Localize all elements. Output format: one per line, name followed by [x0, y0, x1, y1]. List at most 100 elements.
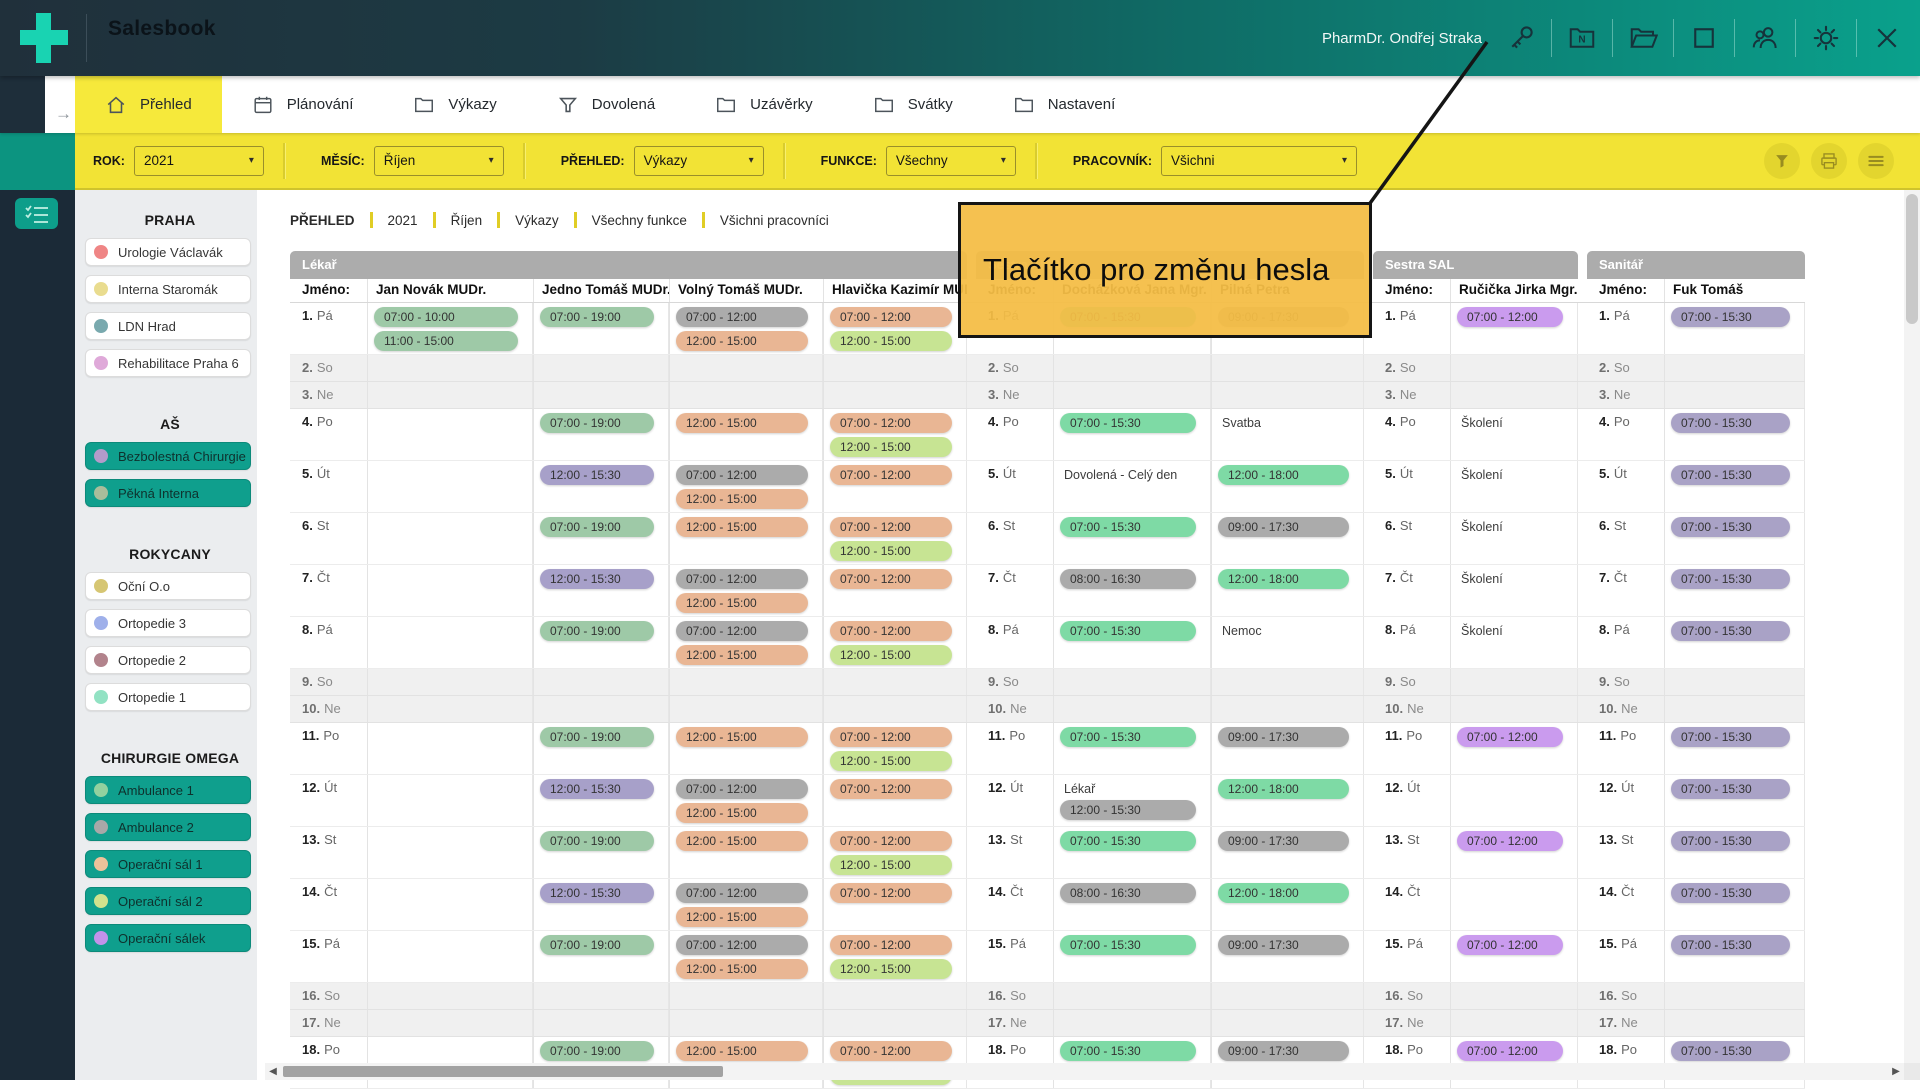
shift-chip[interactable]: 12:00 - 15:00	[676, 517, 808, 537]
filter-select-přehled[interactable]: Výkazy▾	[634, 146, 764, 176]
shift-chip[interactable]: 07:00 - 15:30	[1671, 883, 1790, 903]
shift-chip[interactable]: 07:00 - 12:00	[676, 621, 808, 641]
sidebar-scrollbar[interactable]	[257, 190, 265, 1080]
sidebar-item-ortopedie-3[interactable]: Ortopedie 3	[85, 609, 251, 637]
shift-chip[interactable]: 07:00 - 12:00	[830, 831, 952, 851]
shift-chip[interactable]: 07:00 - 15:30	[1671, 779, 1790, 799]
shift-chip[interactable]: 08:00 - 16:30	[1060, 569, 1196, 589]
printer-button[interactable]	[1811, 143, 1847, 179]
sidebar-item-interna-starom-k[interactable]: Interna Staromák	[85, 275, 251, 303]
horizontal-scrollbar-thumb[interactable]	[283, 1066, 723, 1077]
shift-chip[interactable]: 12:00 - 18:00	[1218, 779, 1349, 799]
sidebar-item-opera-n-s-l-1[interactable]: Operační sál 1	[85, 850, 251, 878]
shift-chip[interactable]: 07:00 - 12:00	[1457, 1041, 1563, 1061]
shift-chip[interactable]: 12:00 - 15:00	[676, 413, 808, 433]
shift-chip[interactable]: 07:00 - 19:00	[540, 1041, 654, 1061]
filter-select-rok[interactable]: 2021▾	[134, 146, 264, 176]
shift-chip[interactable]: 07:00 - 12:00	[830, 465, 952, 485]
shift-chip[interactable]: 12:00 - 15:00	[830, 959, 952, 979]
shift-chip[interactable]: 07:00 - 12:00	[830, 779, 952, 799]
menu-button[interactable]	[1858, 143, 1894, 179]
shift-chip[interactable]: 12:00 - 18:00	[1218, 883, 1349, 903]
filter-select-měsíc[interactable]: Říjen▾	[374, 146, 504, 176]
shift-chip[interactable]: 12:00 - 15:00	[676, 645, 808, 665]
shift-chip[interactable]: 07:00 - 12:00	[1457, 727, 1563, 747]
shift-chip[interactable]: 07:00 - 12:00	[830, 883, 952, 903]
shift-chip[interactable]: 07:00 - 19:00	[540, 621, 654, 641]
filter-select-pracovník[interactable]: Všichni▾	[1161, 146, 1357, 176]
shift-chip[interactable]: 07:00 - 15:30	[1671, 831, 1790, 851]
shift-chip[interactable]: 07:00 - 12:00	[676, 779, 808, 799]
shift-chip[interactable]: 07:00 - 15:30	[1060, 517, 1196, 537]
shift-chip[interactable]: 07:00 - 15:30	[1060, 621, 1196, 641]
shift-chip[interactable]: 07:00 - 19:00	[540, 727, 654, 747]
shift-chip[interactable]: 07:00 - 12:00	[830, 307, 952, 327]
shift-chip[interactable]: 07:00 - 15:30	[1671, 935, 1790, 955]
shift-chip[interactable]: 09:00 - 17:30	[1218, 727, 1349, 747]
shift-chip[interactable]: 12:00 - 15:00	[830, 541, 952, 561]
tab-uzávěrky[interactable]: Uzávěrky	[685, 76, 843, 133]
shift-chip[interactable]: 12:00 - 15:00	[830, 331, 952, 351]
sidebar-item-ortopedie-2[interactable]: Ortopedie 2	[85, 646, 251, 674]
shift-chip[interactable]: 07:00 - 15:30	[1060, 935, 1196, 955]
shift-chip[interactable]: 07:00 - 15:30	[1060, 413, 1196, 433]
shift-chip[interactable]: 07:00 - 12:00	[676, 307, 808, 327]
shift-chip[interactable]: 07:00 - 15:30	[1671, 307, 1790, 327]
shift-chip[interactable]: 07:00 - 15:30	[1060, 727, 1196, 747]
shift-chip[interactable]: 07:00 - 12:00	[830, 517, 952, 537]
sidebar-item-ldn-hrad[interactable]: LDN Hrad	[85, 312, 251, 340]
shift-chip[interactable]: 12:00 - 15:00	[676, 803, 808, 823]
shift-chip[interactable]: 12:00 - 15:00	[676, 907, 808, 927]
shift-chip[interactable]: 12:00 - 15:00	[676, 959, 808, 979]
shift-chip[interactable]: 12:00 - 15:30	[1060, 800, 1196, 820]
filter-button[interactable]	[1764, 143, 1800, 179]
shift-chip[interactable]: 07:00 - 15:30	[1671, 727, 1790, 747]
sidebar-item-ortopedie-1[interactable]: Ortopedie 1	[85, 683, 251, 711]
shift-chip[interactable]: 07:00 - 15:30	[1060, 1041, 1196, 1061]
checklist-toggle-button[interactable]	[15, 198, 58, 229]
shift-chip[interactable]: 07:00 - 12:00	[830, 621, 952, 641]
shift-chip[interactable]: 07:00 - 15:30	[1671, 1041, 1790, 1061]
shift-chip[interactable]: 07:00 - 15:30	[1671, 621, 1790, 641]
tab-svátky[interactable]: Svátky	[843, 76, 983, 133]
shift-chip[interactable]: 07:00 - 15:30	[1671, 569, 1790, 589]
close-icon[interactable]	[1870, 21, 1904, 55]
shift-chip[interactable]: 07:00 - 19:00	[540, 413, 654, 433]
shift-chip[interactable]: 12:00 - 15:00	[676, 593, 808, 613]
sidebar-item-opera-n-s-lek[interactable]: Operační sálek	[85, 924, 251, 952]
tab-nastavení[interactable]: Nastavení	[983, 76, 1146, 133]
scroll-right-arrow-icon[interactable]: ▶	[1888, 1066, 1904, 1077]
sidebar-item-ambulance-1[interactable]: Ambulance 1	[85, 776, 251, 804]
shift-chip[interactable]: 12:00 - 15:30	[540, 465, 654, 485]
vertical-scrollbar-thumb[interactable]	[1906, 194, 1918, 324]
key-icon[interactable]	[1504, 21, 1538, 55]
sidebar-item-ambulance-2[interactable]: Ambulance 2	[85, 813, 251, 841]
shift-chip[interactable]: 12:00 - 15:30	[540, 569, 654, 589]
shift-chip[interactable]: 12:00 - 15:00	[676, 727, 808, 747]
shift-chip[interactable]: 12:00 - 15:00	[830, 645, 952, 665]
shift-chip[interactable]: 07:00 - 12:00	[830, 727, 952, 747]
sidebar-item-urologie-v-clav-k[interactable]: Urologie Václavák	[85, 238, 251, 266]
shift-chip[interactable]: 07:00 - 15:30	[1671, 517, 1790, 537]
folder-open-icon[interactable]	[1626, 21, 1660, 55]
shift-chip[interactable]: 09:00 - 17:30	[1218, 1041, 1349, 1061]
shift-chip[interactable]: 07:00 - 12:00	[830, 413, 952, 433]
tab-dovolená[interactable]: Dovolená	[527, 76, 685, 133]
tab-plánování[interactable]: Plánování	[222, 76, 384, 133]
shift-chip[interactable]: 07:00 - 19:00	[540, 831, 654, 851]
shift-chip[interactable]: 07:00 - 15:30	[1060, 831, 1196, 851]
sidebar-item-opera-n-s-l-2[interactable]: Operační sál 2	[85, 887, 251, 915]
folder-n-icon[interactable]: N	[1565, 21, 1599, 55]
shift-chip[interactable]: 12:00 - 15:30	[540, 779, 654, 799]
shift-chip[interactable]: 11:00 - 15:00	[374, 331, 518, 351]
shift-chip[interactable]: 09:00 - 17:30	[1218, 935, 1349, 955]
shift-chip[interactable]: 12:00 - 15:00	[676, 831, 808, 851]
shift-chip[interactable]: 12:00 - 15:00	[676, 489, 808, 509]
gear-icon[interactable]	[1809, 21, 1843, 55]
sidebar-item-o-n-o-o[interactable]: Oční O.o	[85, 572, 251, 600]
shift-chip[interactable]: 07:00 - 12:00	[830, 1041, 952, 1061]
shift-chip[interactable]: 07:00 - 19:00	[540, 517, 654, 537]
people-icon[interactable]	[1748, 21, 1782, 55]
vertical-scrollbar[interactable]	[1904, 190, 1920, 1080]
shift-chip[interactable]: 07:00 - 12:00	[1457, 831, 1563, 851]
